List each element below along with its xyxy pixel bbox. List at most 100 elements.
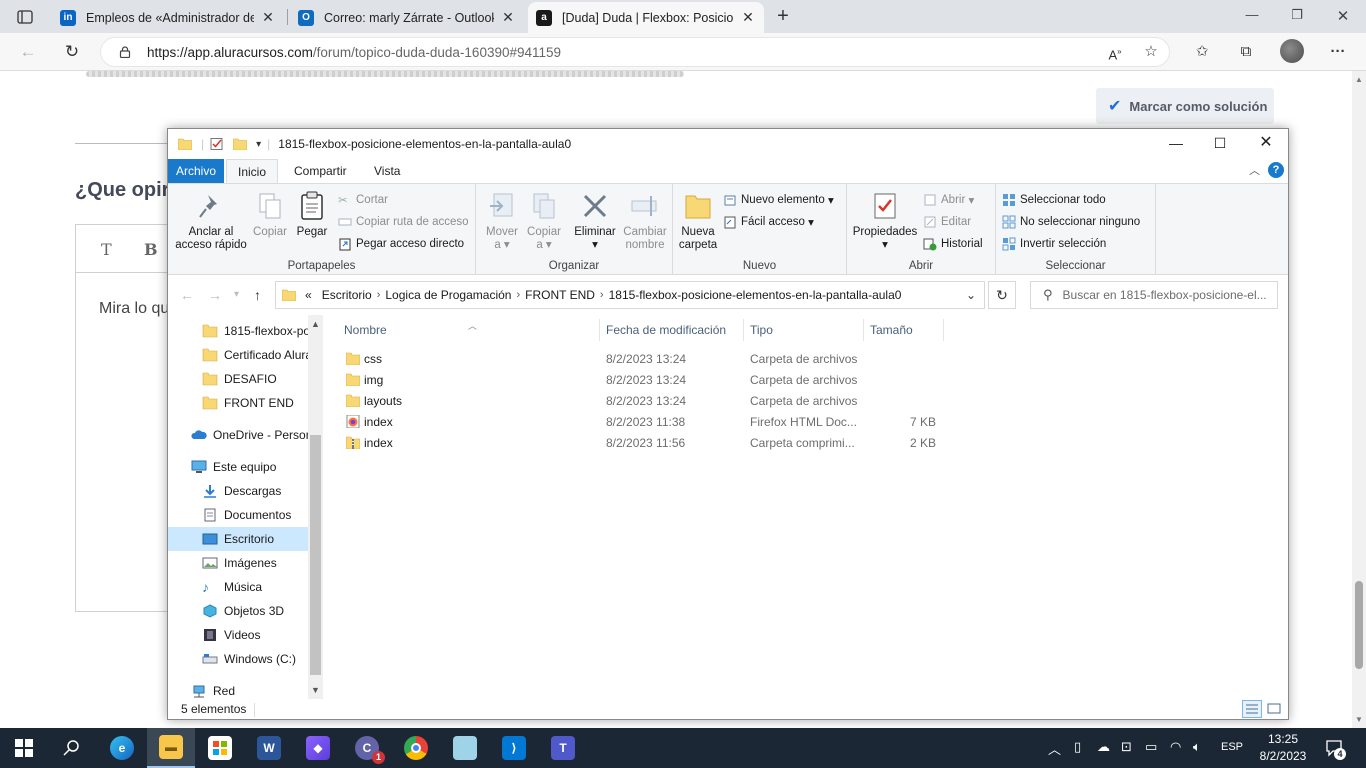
chevron-right-icon[interactable]: › bbox=[516, 289, 520, 301]
taskbar-chrome[interactable] bbox=[392, 728, 440, 768]
battery-icon[interactable]: ▭ bbox=[1145, 739, 1157, 755]
rename-button[interactable]: Cambiar nombre bbox=[620, 190, 670, 252]
nav-item-desafio[interactable]: DESAFIO bbox=[168, 367, 308, 391]
new-tab-button[interactable]: + bbox=[772, 5, 794, 27]
bold-button[interactable]: B bbox=[144, 240, 158, 259]
paste-button[interactable]: Pegar bbox=[292, 190, 332, 239]
nav-scrollbar[interactable]: ▲ ▼ bbox=[308, 315, 323, 699]
close-window-icon[interactable]: ✕ bbox=[1258, 135, 1274, 151]
taskbar-teams[interactable]: C1 bbox=[343, 728, 391, 768]
tab-actions-icon[interactable] bbox=[8, 6, 42, 28]
browser-tab-alura[interactable]: a [Duda] Duda | Flexbox: Posicione ✕ bbox=[528, 2, 764, 33]
taskbar-teams-2[interactable]: T bbox=[539, 728, 587, 768]
tab-archivo[interactable]: Archivo bbox=[168, 159, 224, 183]
up-icon[interactable]: ↑ bbox=[254, 287, 261, 303]
volume-icon[interactable]: 🔈︎ bbox=[1193, 739, 1201, 755]
properties-icon[interactable] bbox=[210, 138, 224, 150]
nav-item-windows-c[interactable]: Windows (C:) bbox=[168, 647, 308, 671]
breadcrumb-item[interactable]: 1815-flexbox-posicione-elementos-en-la-p… bbox=[609, 288, 902, 302]
customize-toolbar-icon[interactable]: ▾ bbox=[256, 139, 261, 150]
search-input[interactable]: ⚲ Buscar en 1815-flexbox-posicione-el... bbox=[1030, 281, 1278, 309]
copy-to-button[interactable]: Copiar a ▾ bbox=[526, 190, 562, 252]
scroll-down-icon[interactable]: ▼ bbox=[1355, 715, 1363, 724]
scroll-down-icon[interactable]: ▼ bbox=[311, 685, 320, 695]
text-format-button[interactable]: T bbox=[101, 240, 112, 259]
history-button[interactable]: Historial bbox=[923, 234, 983, 254]
close-tab-icon[interactable]: ✕ bbox=[260, 9, 276, 26]
nav-item-objetos-3d[interactable]: Objetos 3D bbox=[168, 599, 308, 623]
breadcrumb-overflow[interactable]: « bbox=[305, 288, 312, 302]
address-bar[interactable]: https://app.aluracursos.com/forum/topico… bbox=[100, 37, 1170, 67]
start-button[interactable] bbox=[0, 728, 48, 768]
column-header-type[interactable]: Tipo bbox=[744, 319, 864, 341]
taskbar-edge[interactable]: e bbox=[98, 728, 146, 768]
file-row[interactable]: layouts 8/2/2023 13:24 Carpeta de archiv… bbox=[338, 391, 938, 412]
add-favorite-icon[interactable]: ☆ bbox=[1140, 41, 1162, 63]
nav-item-descargas[interactable]: Descargas bbox=[168, 479, 308, 503]
file-row[interactable]: index 8/2/2023 11:56 Carpeta comprimi...… bbox=[338, 433, 938, 454]
back-icon[interactable]: ← bbox=[17, 41, 39, 63]
wifi-icon[interactable]: ◠ bbox=[1170, 739, 1181, 755]
copy-path-button[interactable]: Copiar ruta de acceso bbox=[338, 212, 469, 232]
show-hidden-icons[interactable]: ︿ bbox=[1048, 739, 1061, 758]
mark-solution-button[interactable]: ✔ Marcar como solución bbox=[1096, 88, 1274, 124]
invert-selection-button[interactable]: Invertir selección bbox=[1002, 234, 1106, 254]
nav-item-documentos[interactable]: Documentos bbox=[168, 503, 308, 527]
taskbar-teams-chat[interactable]: ◆ bbox=[294, 728, 342, 768]
nav-item-front-end[interactable]: FRONT END bbox=[168, 391, 308, 415]
tab-vista[interactable]: Vista bbox=[366, 159, 408, 183]
read-aloud-icon[interactable]: A» bbox=[1104, 41, 1126, 63]
close-tab-icon[interactable]: ✕ bbox=[500, 9, 516, 26]
profile-avatar[interactable] bbox=[1280, 39, 1304, 63]
nav-item-escritorio[interactable]: Escritorio bbox=[168, 527, 308, 551]
file-row[interactable]: img 8/2/2023 13:24 Carpeta de archivos bbox=[338, 370, 938, 391]
nav-item-1815[interactable]: 1815-flexbox-po bbox=[168, 319, 308, 343]
file-row[interactable]: css 8/2/2023 13:24 Carpeta de archivos bbox=[338, 349, 938, 370]
column-header-name[interactable]: Nombre ︿ bbox=[338, 319, 600, 341]
open-button[interactable]: Abrir ▾ bbox=[923, 190, 974, 210]
minimize-icon[interactable]: — bbox=[1242, 7, 1262, 22]
breadcrumb-item[interactable]: Escritorio bbox=[322, 288, 372, 302]
meet-now-icon[interactable]: ▯ bbox=[1074, 739, 1081, 755]
cut-button[interactable]: ✂ Cortar bbox=[338, 190, 388, 210]
taskbar-search-button[interactable] bbox=[48, 728, 96, 768]
close-tab-icon[interactable]: ✕ bbox=[740, 9, 756, 26]
more-options-icon[interactable]: ··· bbox=[1327, 41, 1349, 63]
onedrive-tray-icon[interactable]: ☁ bbox=[1097, 739, 1110, 755]
recent-locations-icon[interactable]: ▾ bbox=[234, 289, 239, 300]
nav-item-videos[interactable]: Videos bbox=[168, 623, 308, 647]
security-icon[interactable]: ⊡ bbox=[1121, 739, 1132, 755]
reload-icon[interactable]: ↻ bbox=[61, 41, 83, 63]
scroll-up-icon[interactable]: ▲ bbox=[1355, 75, 1363, 84]
copy-button[interactable]: Copiar bbox=[248, 190, 292, 239]
new-folder-icon[interactable] bbox=[233, 138, 248, 150]
scroll-thumb[interactable] bbox=[1355, 581, 1363, 669]
breadcrumb[interactable]: « Escritorio › Logica de Progamación › F… bbox=[275, 281, 985, 309]
nav-item-musica[interactable]: ♪ Música bbox=[168, 575, 308, 599]
favorites-icon[interactable]: ✩ bbox=[1191, 41, 1213, 63]
forward-icon[interactable]: → bbox=[208, 287, 222, 303]
page-scrollbar[interactable]: ▲ ▼ bbox=[1352, 71, 1366, 728]
breadcrumb-item[interactable]: FRONT END bbox=[525, 288, 595, 302]
help-icon[interactable]: ? bbox=[1268, 162, 1284, 178]
select-none-button[interactable]: No seleccionar ninguno bbox=[1002, 212, 1140, 232]
lock-icon[interactable] bbox=[119, 46, 131, 58]
nav-item-onedrive[interactable]: OneDrive - Person bbox=[168, 423, 308, 447]
select-all-button[interactable]: Seleccionar todo bbox=[1002, 190, 1106, 210]
scroll-thumb[interactable] bbox=[310, 435, 321, 675]
new-item-button[interactable]: Nuevo elemento ▾ bbox=[723, 190, 834, 210]
delete-button[interactable]: Eliminar ▾ bbox=[572, 190, 618, 252]
editor-body-text[interactable]: Mira lo qu bbox=[99, 300, 169, 318]
file-row[interactable]: index 8/2/2023 11:38 Firefox HTML Doc...… bbox=[338, 412, 938, 433]
large-icons-view-button[interactable] bbox=[1264, 700, 1284, 718]
collections-icon[interactable]: ⧉ bbox=[1235, 41, 1257, 63]
column-header-size[interactable]: Tamaño bbox=[864, 319, 944, 341]
edit-button[interactable]: Editar bbox=[923, 212, 971, 232]
maximize-icon[interactable]: ☐ bbox=[1212, 135, 1228, 151]
chevron-right-icon[interactable]: › bbox=[600, 289, 604, 301]
move-to-button[interactable]: Mover a ▾ bbox=[484, 190, 520, 252]
nav-item-certificado[interactable]: Certificado Alura bbox=[168, 343, 308, 367]
collapse-ribbon-icon[interactable]: ︿ bbox=[1249, 162, 1260, 178]
breadcrumb-item[interactable]: Logica de Progamación bbox=[385, 288, 511, 302]
nav-item-imagenes[interactable]: Imágenes bbox=[168, 551, 308, 575]
